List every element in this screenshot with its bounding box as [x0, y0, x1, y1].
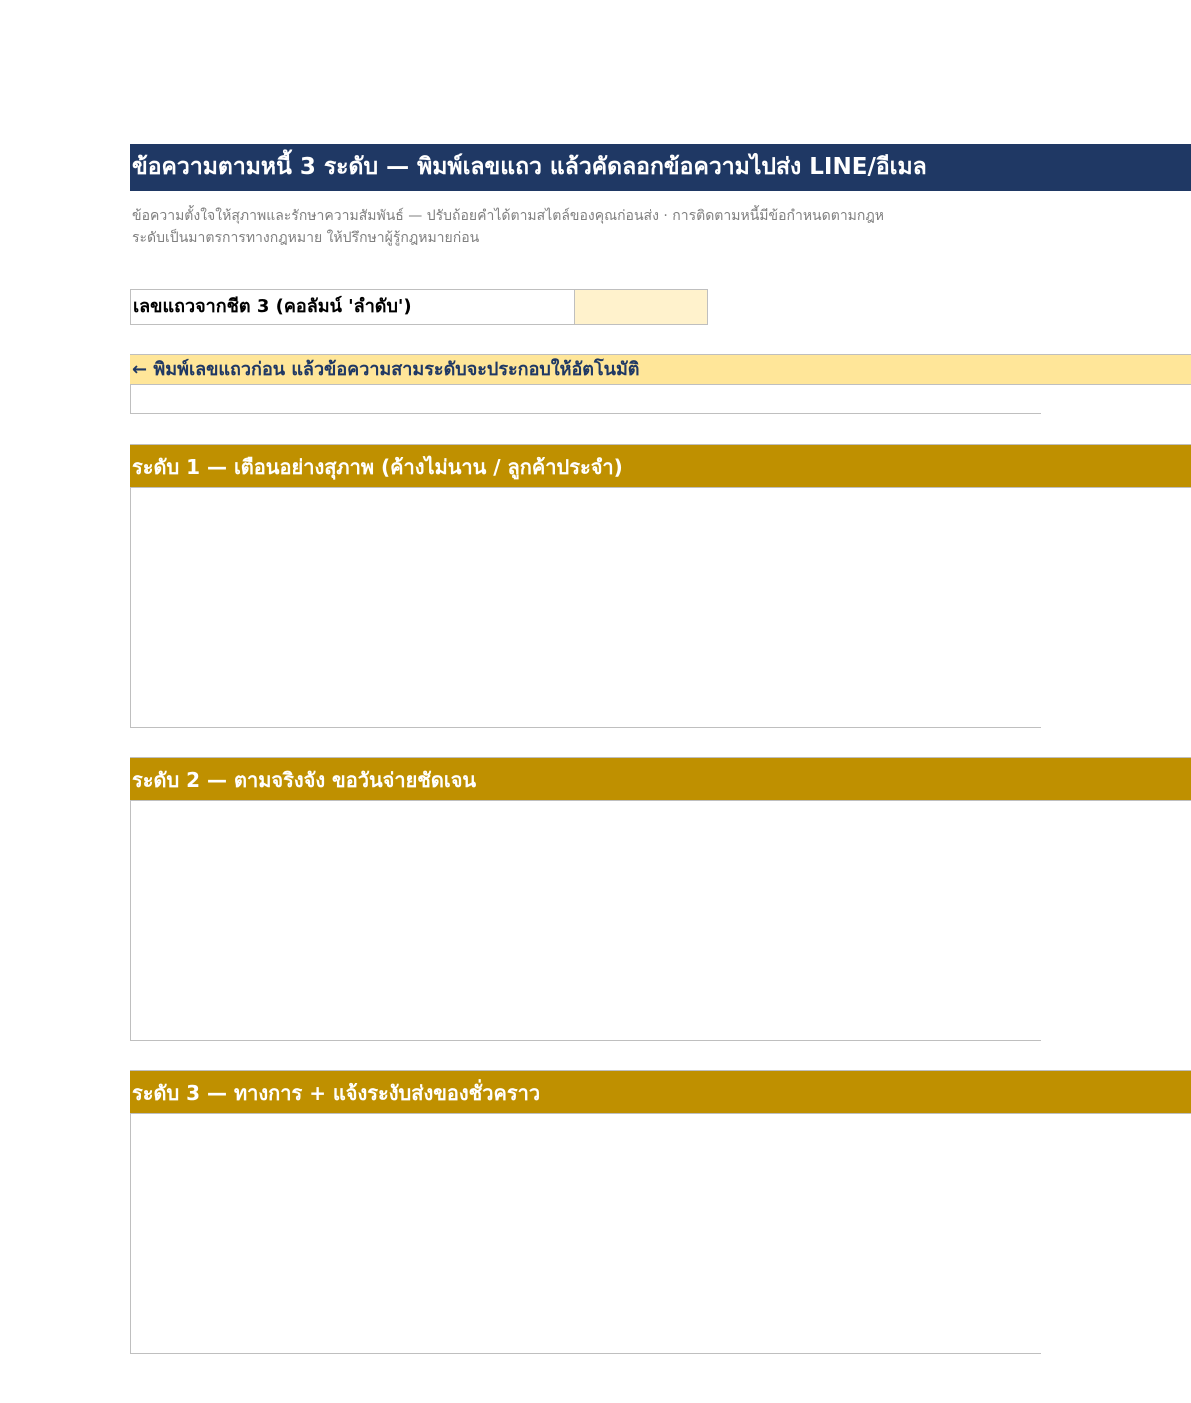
level-1-heading: ระดับ 1 — เตือนอย่างสุภาพ (ค้างไม่นาน / … [130, 444, 1191, 488]
page-title-text: ข้อความตามหนี้ 3 ระดับ — พิมพ์เลขแถว แล้… [132, 154, 927, 180]
page-title: ข้อความตามหนี้ 3 ระดับ — พิมพ์เลขแถว แล้… [130, 144, 1191, 191]
level-3-heading: ระดับ 3 — ทางการ + แจ้งระงับส่งของชั่วคร… [130, 1070, 1191, 1114]
subtitle: ข้อความตั้งใจให้สุภาพและรักษาความสัมพันธ… [132, 205, 1042, 249]
row-number-label: เลขแถวจากชีต 3 (คอลัมน์ 'ลำดับ') [130, 289, 575, 325]
level-2-message[interactable] [130, 800, 1041, 1041]
level-2-heading: ระดับ 2 — ตามจริงจัง ขอวันจ่ายชัดเจน [130, 757, 1191, 801]
level-3-message[interactable] [130, 1113, 1041, 1354]
subtitle-line-2: ระดับเป็นมาตรการทางกฎหมาย ให้ปรึกษาผู้รู… [132, 230, 480, 246]
instruction-hint: ← พิมพ์เลขแถวก่อน แล้วข้อความสามระดับจะป… [130, 354, 1191, 385]
row-number-input[interactable] [574, 289, 708, 325]
subtitle-line-1: ข้อความตั้งใจให้สุภาพและรักษาความสัมพันธ… [132, 208, 885, 224]
spacer-row [130, 384, 1041, 414]
level-1-message[interactable] [130, 487, 1041, 728]
